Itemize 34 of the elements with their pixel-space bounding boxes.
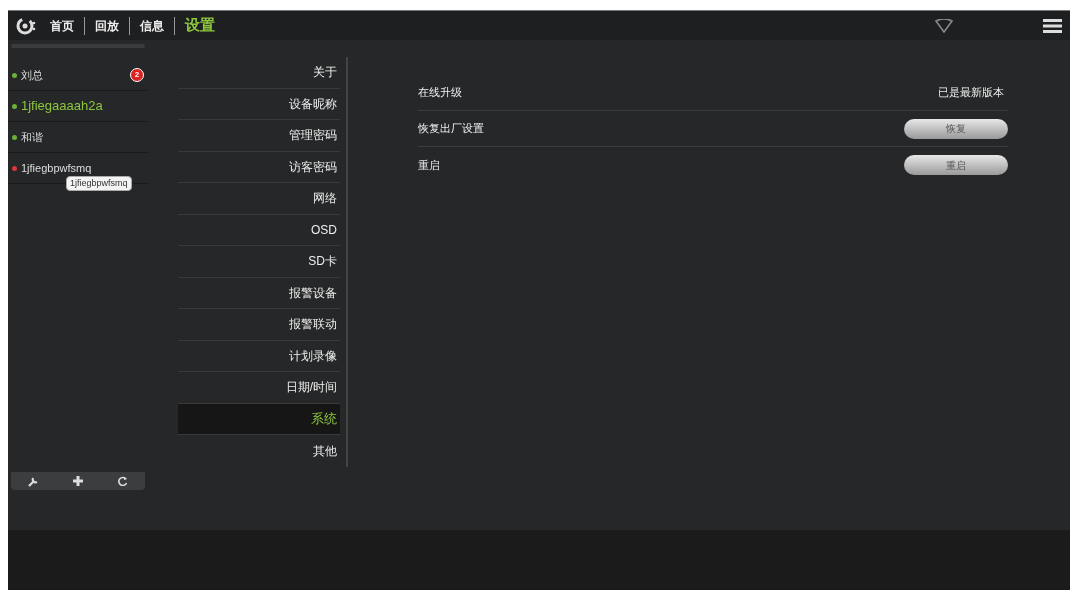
settings-menu-item[interactable]: 报警联动 [178,309,340,341]
add-icon[interactable] [73,476,84,486]
wrench-icon[interactable] [28,475,40,487]
settings-menu-item[interactable]: 报警设备 [178,277,340,309]
device-item[interactable]: 刘总 2 [8,60,148,91]
wifi-icon [935,18,953,33]
settings-menu-item[interactable]: OSD [178,214,340,246]
refresh-icon[interactable] [117,476,128,486]
settings-menu-item[interactable]: 计划录像 [178,340,340,372]
version-status: 已是最新版本 [938,85,1004,101]
setting-label: 恢复出厂设置 [418,121,484,137]
settings-menu-item[interactable]: 其他 [178,435,340,467]
settings-menu-item[interactable]: 关于 [178,57,340,89]
nav-tab[interactable]: 回放 [95,16,119,35]
nav-tab[interactable]: 首页 [50,16,74,35]
count-badge: 2 [130,68,144,82]
settings-menu-item[interactable]: 网络 [178,183,340,215]
logo-icon [16,15,36,36]
settings-menu-item[interactable]: 系统 [178,403,340,435]
settings-menu-item[interactable]: 访客密码 [178,151,340,183]
settings-menu-item[interactable]: 管理密码 [178,120,340,152]
nav-tab[interactable]: 设置 [185,14,215,37]
settings-menu-item[interactable]: 设备昵称 [178,88,340,120]
nav-tab[interactable]: 信息 [140,16,164,35]
device-item[interactable]: 1jfiegaaaah2a [8,91,148,122]
action-button[interactable]: 重启 [904,155,1008,175]
menu-icon[interactable] [1043,17,1062,34]
setting-label: 在线升级 [418,85,462,101]
setting-label: 重启 [418,157,440,173]
settings-menu-item[interactable]: 日期/时间 [178,372,340,404]
action-button[interactable]: 恢复 [904,118,1008,139]
tooltip: 1jfiegbpwfsmq [66,176,132,191]
device-item[interactable]: 和谐 [8,122,148,153]
settings-menu-item[interactable]: SD卡 [178,246,340,278]
